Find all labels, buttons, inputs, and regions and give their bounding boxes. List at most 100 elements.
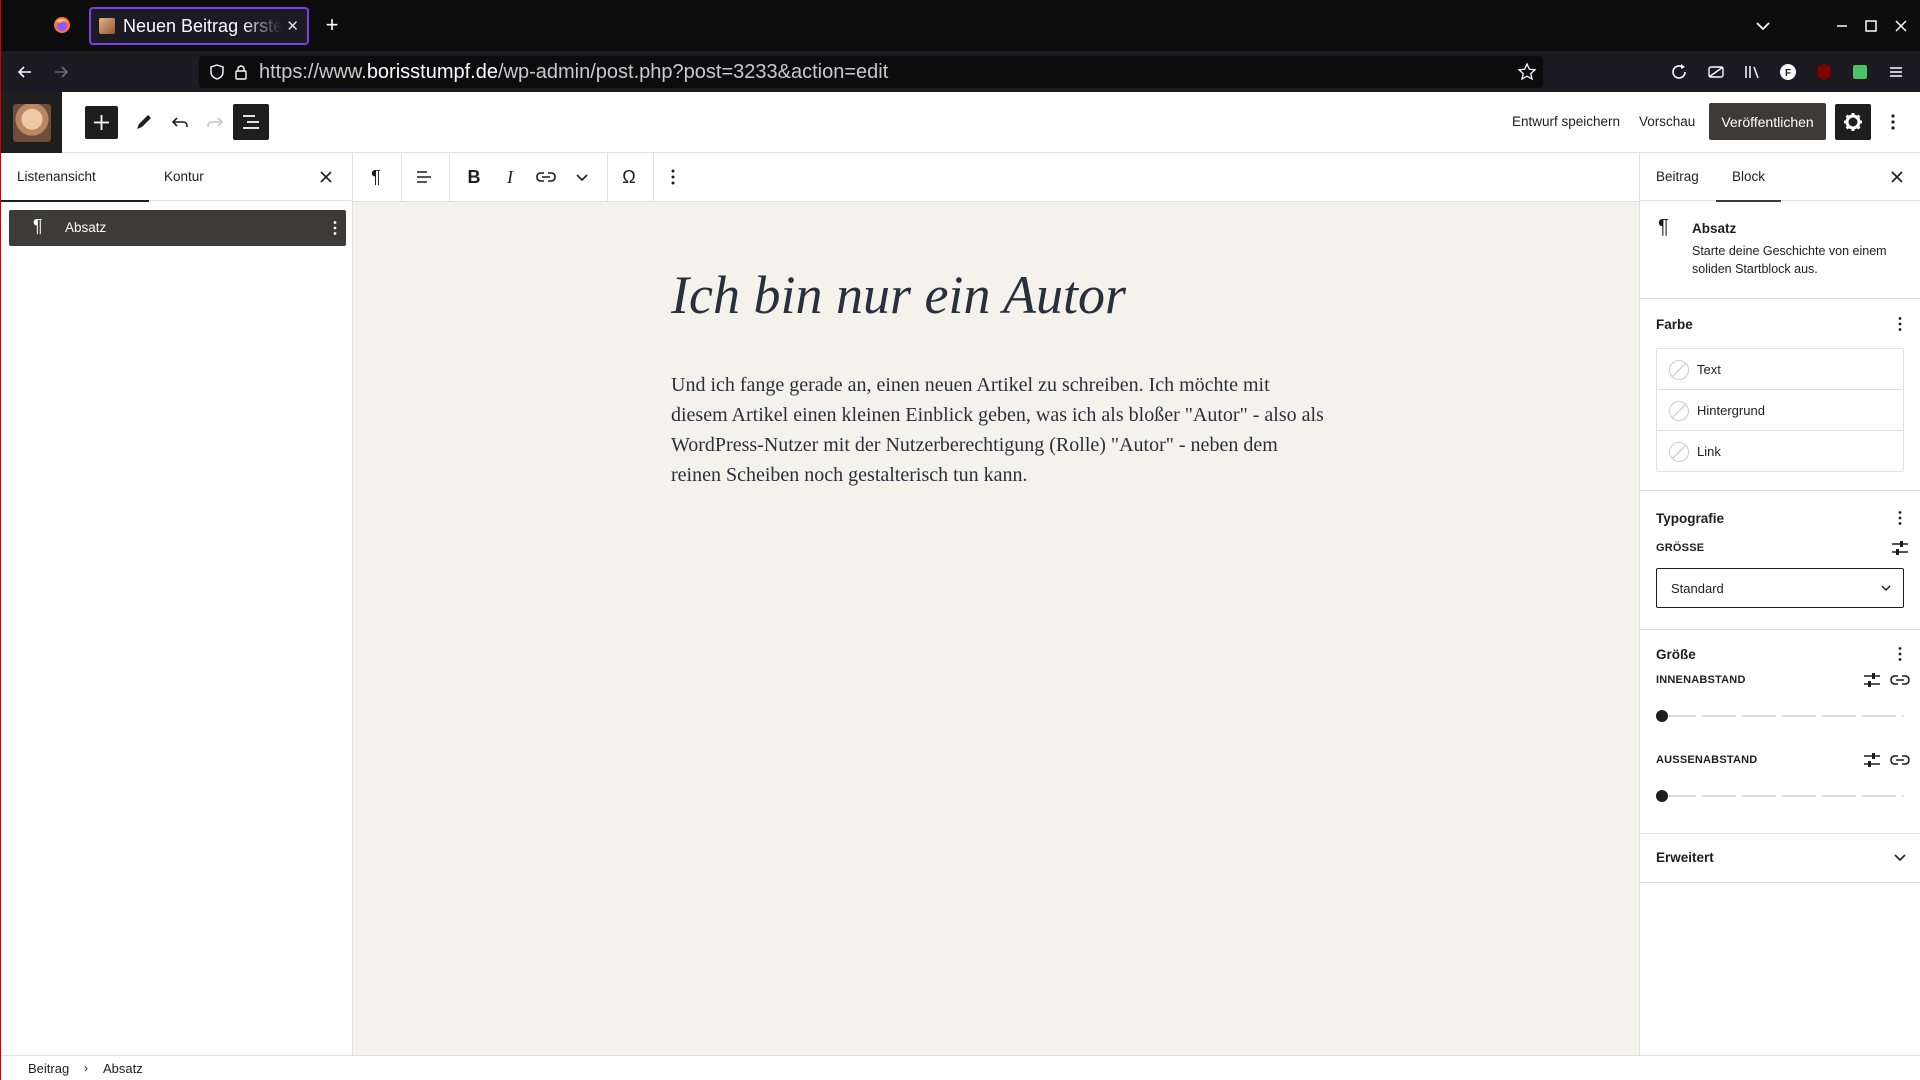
color-option-text[interactable]: Text — [1657, 349, 1903, 390]
toolbar-divider — [607, 153, 608, 202]
color-option-link[interactable]: Link — [1657, 431, 1903, 472]
panel-divider — [1640, 629, 1920, 630]
padding-slider[interactable] — [1656, 709, 1904, 723]
breadcrumb-item-paragraph[interactable]: Absatz — [103, 1061, 143, 1076]
extension-icon[interactable] — [1706, 62, 1726, 82]
bold-icon[interactable]: B — [462, 165, 486, 189]
settings-button[interactable] — [1835, 104, 1871, 140]
tab-close-icon[interactable]: ✕ — [286, 17, 299, 35]
breadcrumb: Beitrag › Absatz — [1, 1055, 1920, 1080]
panel-divider — [1640, 882, 1920, 883]
settings-sidebar: Beitrag Block ¶ Absatz Starte deine Gesc… — [1639, 153, 1920, 1055]
custom-settings-icon[interactable] — [1861, 749, 1883, 771]
slider-track — [1662, 715, 1904, 717]
color-swatch — [1669, 360, 1689, 380]
special-character-icon[interactable]: Ω — [617, 165, 641, 189]
paragraph-block[interactable]: Und ich fange gerade an, einen neuen Art… — [671, 370, 1331, 490]
close-icon[interactable] — [314, 165, 338, 189]
bookmark-star-icon[interactable] — [1517, 62, 1537, 82]
plus-icon — [94, 115, 109, 130]
account-icon[interactable]: F — [1778, 62, 1798, 82]
minimize-icon[interactable] — [1832, 16, 1852, 36]
align-left-icon[interactable] — [412, 165, 436, 189]
font-size-select[interactable]: Standard — [1656, 568, 1904, 608]
panel-divider — [1640, 833, 1920, 834]
lock-icon[interactable] — [231, 62, 251, 82]
firefox-icon[interactable] — [53, 16, 71, 34]
ublock-icon[interactable] — [1814, 62, 1834, 82]
save-draft-button[interactable]: Entwurf speichern — [1512, 114, 1620, 129]
chevron-down-icon — [1877, 579, 1895, 597]
window-close-icon[interactable] — [1891, 16, 1911, 36]
post-title[interactable]: Ich bin nur ein Autor — [671, 264, 1126, 326]
options-dots-icon[interactable] — [1890, 508, 1910, 528]
slider-thumb[interactable] — [1656, 790, 1668, 802]
padding-label: INNENABSTAND — [1656, 674, 1746, 686]
breadcrumb-item-post[interactable]: Beitrag — [28, 1061, 69, 1076]
link-icon[interactable] — [534, 165, 558, 189]
avatar-image — [12, 103, 51, 142]
font-size-value: Standard — [1671, 581, 1724, 596]
margin-slider[interactable] — [1656, 789, 1904, 803]
reload-icon[interactable] — [1669, 62, 1689, 82]
editor-header: Entwurf speichern Vorschau Veröffentlich… — [1, 92, 1920, 153]
list-item-label: Absatz — [65, 220, 107, 235]
tab-outline[interactable]: Kontur — [148, 153, 220, 201]
panel-divider — [1640, 490, 1920, 491]
list-view-tabs: Listenansicht Kontur — [1, 153, 353, 202]
list-view-icon — [243, 115, 259, 129]
chevron-down-icon[interactable] — [570, 165, 594, 189]
site-avatar[interactable] — [1, 92, 62, 153]
toolbar-divider — [653, 153, 654, 202]
custom-settings-icon[interactable] — [1861, 669, 1883, 691]
color-option-label: Hintergrund — [1697, 403, 1765, 418]
slider-track — [1662, 795, 1904, 797]
color-option-background[interactable]: Hintergrund — [1657, 390, 1903, 431]
new-tab-icon[interactable]: + — [321, 14, 343, 36]
italic-icon[interactable]: I — [498, 165, 522, 189]
custom-settings-icon[interactable] — [1889, 537, 1911, 559]
preview-button[interactable]: Vorschau — [1639, 114, 1695, 129]
paragraph-icon[interactable]: ¶ — [364, 165, 388, 189]
browser-menu-icon[interactable] — [1886, 62, 1906, 82]
options-dots-icon[interactable] — [1881, 110, 1905, 134]
paragraph-icon: ¶ — [33, 216, 43, 236]
advanced-panel-title[interactable]: Erweitert — [1656, 850, 1714, 865]
block-inserter-button[interactable] — [85, 106, 118, 139]
options-dots-icon[interactable] — [325, 218, 345, 238]
tab-block[interactable]: Block — [1716, 153, 1782, 202]
library-icon[interactable] — [1742, 62, 1762, 82]
close-icon[interactable] — [1885, 165, 1909, 189]
url-bar[interactable]: https://www.borisstumpf.de/wp-admin/post… — [199, 56, 1543, 88]
breadcrumb-separator-icon: › — [84, 1061, 88, 1075]
tab-title: Neuen Beitrag erstellen — [123, 15, 283, 36]
list-item[interactable]: ¶ Absatz — [9, 210, 346, 246]
pencil-icon[interactable] — [132, 110, 156, 134]
maximize-icon[interactable] — [1861, 16, 1881, 36]
tab-list-chevron-icon[interactable] — [1753, 16, 1773, 36]
undo-icon[interactable] — [168, 110, 192, 134]
forward-arrow-icon[interactable] — [51, 62, 71, 82]
link-icon[interactable] — [1889, 749, 1911, 771]
options-dots-icon[interactable] — [661, 165, 685, 189]
options-dots-icon[interactable] — [1890, 314, 1910, 334]
slider-thumb[interactable] — [1656, 710, 1668, 722]
font-size-label: GRÖSSE — [1656, 542, 1705, 554]
options-dots-icon[interactable] — [1890, 644, 1910, 664]
svg-text:F: F — [1785, 68, 1791, 79]
document-overview-button[interactable] — [233, 104, 269, 140]
tab-post[interactable]: Beitrag — [1640, 153, 1715, 201]
browser-window: Neuen Beitrag erstellen ✕ + — [0, 0, 1920, 1080]
chevron-down-icon[interactable] — [1890, 847, 1910, 867]
link-icon[interactable] — [1889, 669, 1911, 691]
color-option-label: Link — [1697, 444, 1721, 459]
color-options: Text Hintergrund Link — [1656, 348, 1904, 472]
color-swatch — [1669, 442, 1689, 462]
publish-button[interactable]: Veröffentlichen — [1709, 103, 1826, 140]
green-extension-icon[interactable] — [1850, 62, 1870, 82]
back-arrow-icon[interactable] — [15, 62, 35, 82]
redo-icon[interactable] — [203, 110, 227, 134]
shield-icon[interactable] — [207, 62, 227, 82]
tab-list-view[interactable]: Listenansicht — [1, 153, 149, 202]
browser-tab-active[interactable]: Neuen Beitrag erstellen ✕ — [89, 7, 309, 45]
